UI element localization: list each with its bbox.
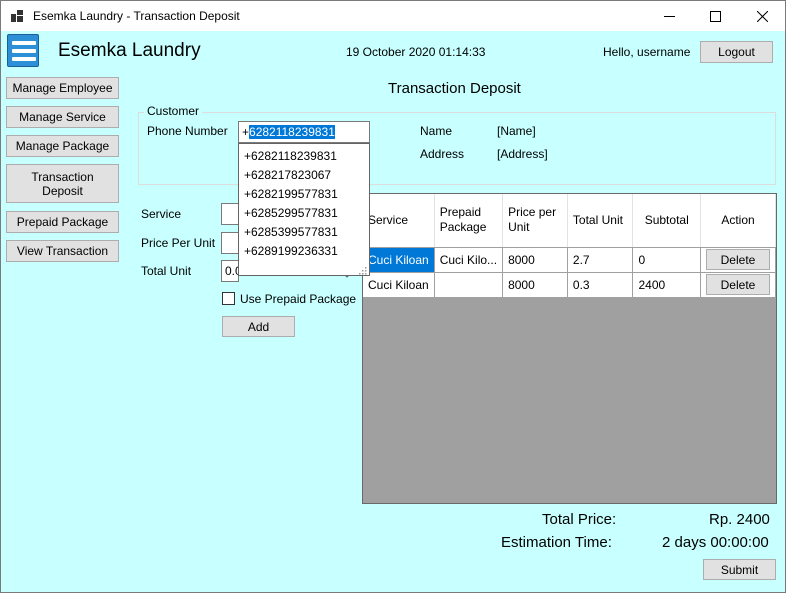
name-value: [Name] [497,124,536,138]
logout-button[interactable]: Logout [700,41,773,63]
total-unit-label: Total Unit [141,264,192,278]
cell-subtotal[interactable]: 2400 [632,272,701,298]
close-icon[interactable] [739,1,785,31]
phone-number-label: Phone Number [147,124,228,138]
client-area: Esemka Laundry 19 October 2020 01:14:33 … [1,31,785,592]
col-header-total-unit[interactable]: Total Unit [567,194,634,248]
col-header-action[interactable]: Action [700,194,776,248]
submit-button[interactable]: Submit [703,559,776,580]
window-title: Esemka Laundry - Transaction Deposit [33,9,240,23]
suggestion-item[interactable]: +6285299577831 [239,204,369,223]
cell-action: Delete [700,272,776,298]
service-select[interactable] [221,203,239,225]
nav-manage-package-button[interactable]: Manage Package [6,135,119,157]
name-label: Name [420,124,453,138]
col-header-prepaid-package[interactable]: Prepaid Package [434,194,504,248]
col-header-price-per-unit[interactable]: Price per Unit [502,194,568,248]
nav-manage-employee-button[interactable]: Manage Employee [6,77,119,99]
page-title: Transaction Deposit [388,80,521,97]
address-label: Address [420,147,465,161]
minimize-icon[interactable] [646,1,692,31]
suggestion-item[interactable]: +6285399577831 [239,223,369,242]
resize-grip-icon[interactable] [358,264,367,275]
cell-prepaid-package[interactable]: Cuci Kilo... [434,247,504,273]
use-prepaid-checkbox[interactable] [222,292,235,305]
app-name: Esemka Laundry [58,40,201,61]
title-bar[interactable]: Esemka Laundry - Transaction Deposit [1,1,785,31]
maximize-icon[interactable] [692,1,738,31]
total-price-value: Rp. 2400 [709,511,770,528]
col-header-service[interactable]: Service [363,194,435,248]
nav-prepaid-package-button[interactable]: Prepaid Package [6,211,119,233]
service-label: Service [141,207,182,221]
add-button[interactable]: Add [222,316,295,337]
current-datetime: 19 October 2020 01:14:33 [346,45,486,59]
phone-selected-text: 6282118239831 [249,125,335,139]
app-window: Esemka Laundry - Transaction Deposit Ese… [0,0,786,593]
total-unit-input[interactable]: 0.0 [221,260,239,282]
user-greeting: Hello, username [603,45,691,59]
delete-row-button[interactable]: Delete [705,249,770,270]
phone-prefix: + [242,125,250,139]
address-value: [Address] [497,147,548,161]
app-icon [11,10,23,22]
col-header-subtotal[interactable]: Subtotal [632,194,701,248]
phone-number-input[interactable]: +6282118239831 [238,121,370,143]
deposit-items-grid: Service Prepaid Package Price per Unit T… [362,193,777,504]
customer-group-title: Customer [144,104,203,118]
total-price-label: Total Price: [542,511,617,528]
cell-prepaid-package[interactable] [434,272,504,298]
hamburger-menu-icon[interactable] [7,34,39,67]
price-per-unit-field[interactable] [221,232,239,254]
cell-action: Delete [700,247,776,273]
suggestion-item[interactable]: +6282118239831 [239,147,369,166]
table-row[interactable]: Cuci Kiloan 8000 0.3 2400 Delete [363,272,776,298]
delete-row-button[interactable]: Delete [705,274,770,295]
use-prepaid-label: Use Prepaid Package [240,292,357,306]
phone-suggestion-dropdown[interactable]: +6282118239831 +628217823067 +6282199577… [238,143,370,276]
suggestion-item[interactable]: +6282199577831 [239,185,369,204]
table-row[interactable]: Cuci Kiloan Cuci Kilo... 8000 2.7 0 Dele… [363,247,776,273]
estimation-time-label: Estimation Time: [501,534,612,551]
cell-service[interactable]: Cuci Kiloan [363,272,435,298]
nav-transaction-deposit-button[interactable]: Transaction Deposit [6,164,119,203]
nav-view-transaction-button[interactable]: View Transaction [6,240,119,262]
cell-subtotal[interactable]: 0 [632,247,701,273]
cell-total-unit[interactable]: 2.7 [567,247,634,273]
cell-price[interactable]: 8000 [502,247,568,273]
price-per-unit-label: Price Per Unit [141,236,216,250]
suggestion-item[interactable]: +6289199236331 [239,242,369,261]
cell-price[interactable]: 8000 [502,272,568,298]
cell-service[interactable]: Cuci Kiloan [363,247,435,273]
estimation-time-value: 2 days 00:00:00 [662,534,769,551]
cell-total-unit[interactable]: 0.3 [567,272,634,298]
suggestion-item[interactable]: +628217823067 [239,166,369,185]
nav-manage-service-button[interactable]: Manage Service [6,106,119,128]
